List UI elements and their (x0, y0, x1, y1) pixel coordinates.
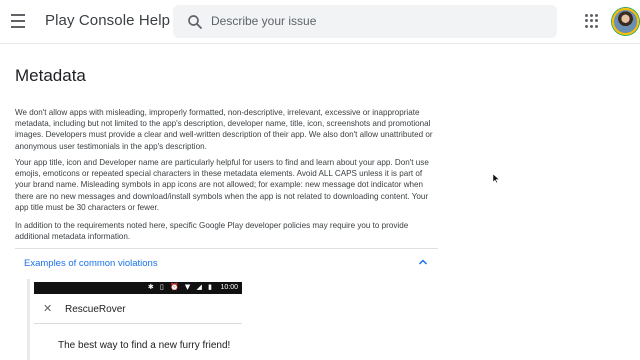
hamburger-menu-icon[interactable] (8, 10, 28, 32)
example-app-name: RescueRover (65, 304, 126, 315)
paragraph-intro: We don't allow apps with misleading, imp… (15, 108, 433, 151)
example-tagline: The best way to find a new furry friend! (58, 340, 231, 351)
status-time: 10:00 (220, 284, 238, 291)
mouse-cursor-icon (493, 174, 499, 183)
search-box[interactable] (173, 5, 557, 38)
example-appbar-divider (34, 323, 242, 324)
close-icon: ✕ (43, 302, 53, 315)
page-title: Metadata (15, 66, 86, 85)
top-app-bar: Play Console Help (0, 0, 640, 44)
apps-grid-icon[interactable] (585, 14, 599, 28)
phone-status-bar: ✱ ▯ ⏰ ▼ ◢ ▮ 10:00 (34, 282, 242, 294)
accordion-label[interactable]: Examples of common violations (24, 258, 158, 269)
app-title[interactable]: Play Console Help (45, 12, 170, 29)
chevron-up-icon[interactable] (418, 258, 428, 266)
violations-accordion-header[interactable]: Examples of common violations (15, 249, 438, 277)
account-avatar[interactable] (612, 8, 639, 35)
search-input[interactable] (211, 11, 541, 31)
search-icon[interactable] (186, 13, 204, 31)
status-icons: ✱ ▯ ⏰ ▼ ◢ ▮ (147, 283, 214, 291)
paragraph-additional-requirements: In addition to the requirements noted he… (15, 221, 409, 242)
paragraph-title-icon-guidance: Your app title, icon and Developer name … (15, 158, 429, 212)
